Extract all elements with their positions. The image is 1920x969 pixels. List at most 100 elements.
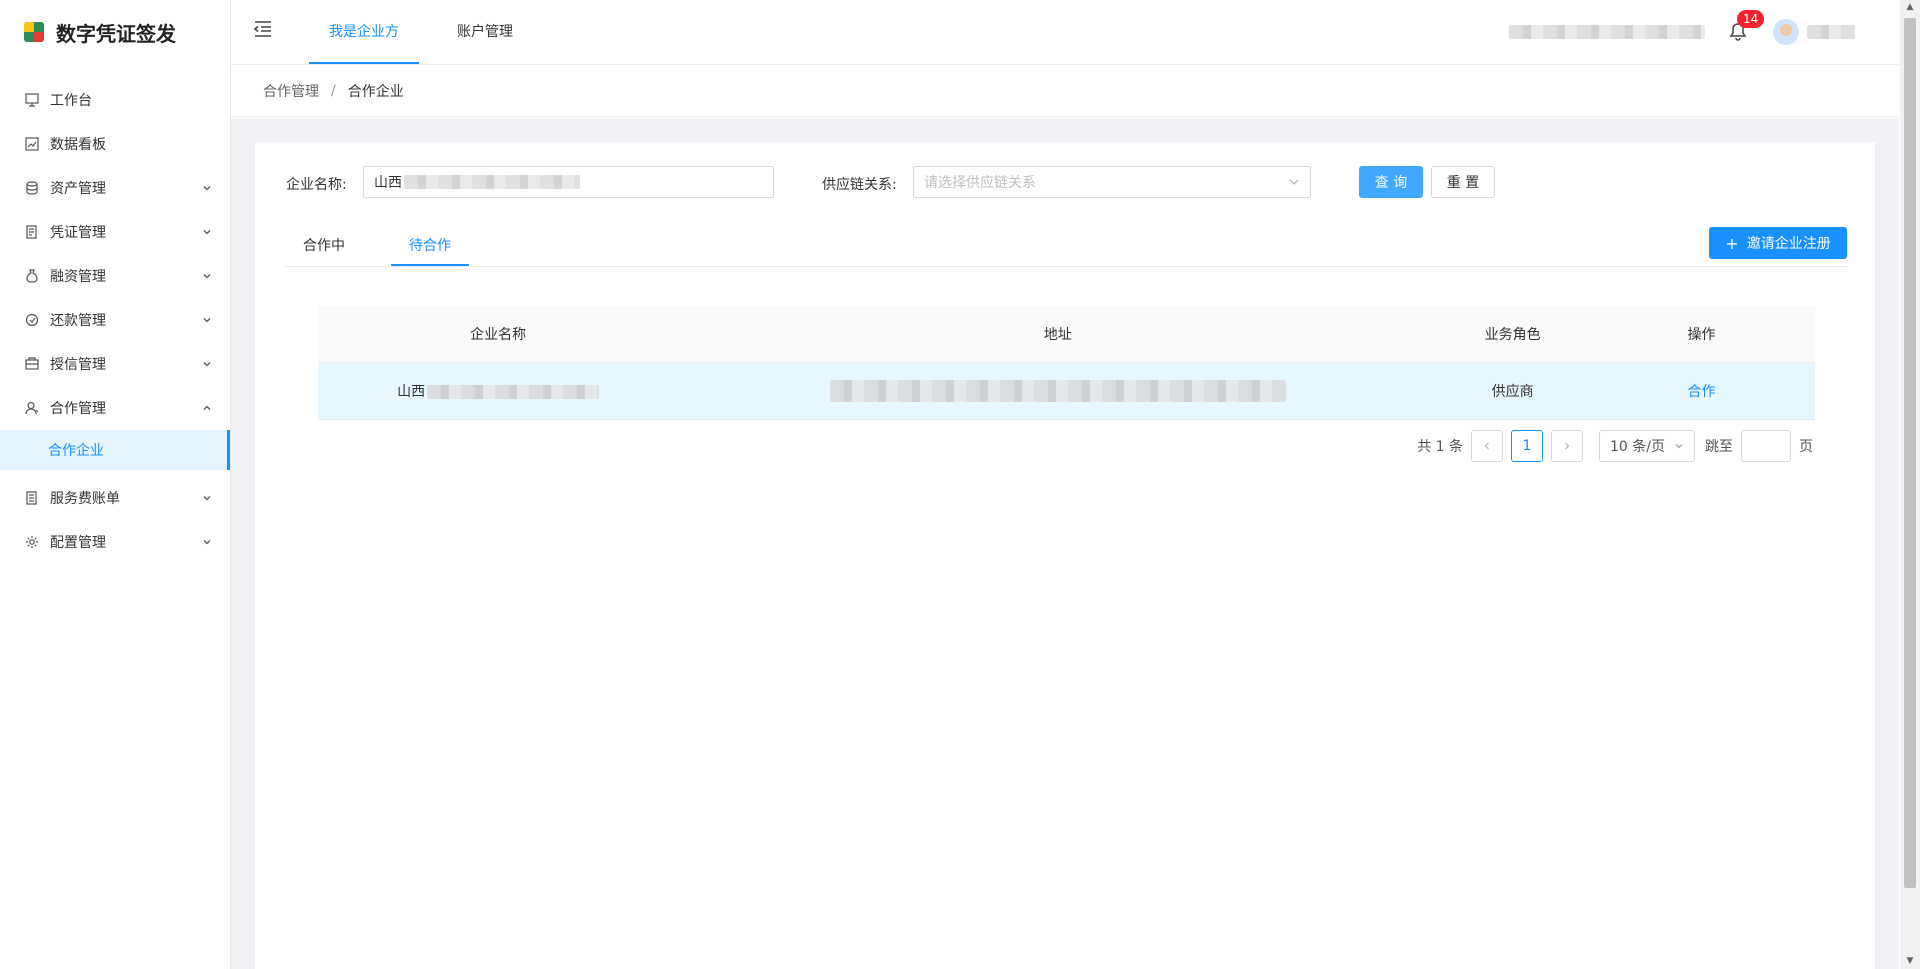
- chevron-down-icon: [202, 271, 212, 281]
- partner-table: 企业名称 地址 业务角色 操作 山西 供应商 合作: [318, 306, 1815, 420]
- sidebar-item-label: 配置管理: [50, 535, 106, 551]
- sidebar-item-workbench[interactable]: 工作台: [0, 78, 230, 122]
- sidebar-menu: 工作台 数据看板 资产管理 凭证管理 融资管理 还款管理 授信管理 合作管理 合…: [0, 64, 230, 564]
- sidebar-subitem-partner-companies[interactable]: 合作企业: [0, 430, 230, 470]
- sidebar-item-label: 服务费账单: [50, 491, 120, 507]
- address-redacted: [829, 380, 1286, 402]
- refund-icon: [24, 312, 40, 328]
- cell-actions: 合作: [1588, 362, 1815, 420]
- supply-chain-select[interactable]: 请选择供应链关系: [913, 166, 1311, 198]
- sidebar-item-label: 资产管理: [50, 181, 106, 197]
- sidebar-item-label: 授信管理: [50, 357, 106, 373]
- tab-pending[interactable]: 待合作: [391, 226, 469, 266]
- credit-icon: [24, 356, 40, 372]
- chevron-down-icon: [1675, 444, 1683, 449]
- page-suffix: 页: [1799, 439, 1813, 455]
- cell-address: [678, 362, 1438, 420]
- moneybag-icon: [24, 268, 40, 284]
- page-size-value: 10 条/页: [1610, 439, 1665, 455]
- column-actions: 操作: [1588, 306, 1815, 363]
- chevron-down-icon: [202, 493, 212, 503]
- cell-business-role: 供应商: [1437, 362, 1589, 420]
- total-count: 共 1 条: [1417, 439, 1463, 455]
- chevron-left-icon: [1484, 442, 1489, 450]
- sidebar-item-repayment[interactable]: 还款管理: [0, 298, 230, 342]
- company-name-value: 山西: [374, 175, 402, 191]
- chevron-down-icon: [202, 183, 212, 193]
- sidebar-item-label: 融资管理: [50, 269, 106, 285]
- chevron-down-icon: [202, 537, 212, 547]
- breadcrumb-parent[interactable]: 合作管理: [263, 81, 319, 101]
- top-header: 我是企业方 账户管理 14: [231, 0, 1899, 65]
- tab-cooperating[interactable]: 合作中: [285, 226, 363, 266]
- page-size-select[interactable]: 10 条/页: [1599, 430, 1695, 462]
- scroll-thumb[interactable]: [1904, 18, 1916, 888]
- notification-bell[interactable]: 14: [1729, 10, 1765, 42]
- query-button[interactable]: 查 询: [1359, 166, 1423, 198]
- invite-company-button[interactable]: + 邀请企业注册: [1709, 227, 1847, 259]
- status-tabs: 合作中 待合作: [285, 226, 1847, 267]
- prev-page-button[interactable]: [1471, 430, 1503, 462]
- table-row[interactable]: 山西 供应商 合作: [318, 362, 1815, 420]
- sidebar-item-settings[interactable]: 配置管理: [0, 520, 230, 564]
- chevron-down-icon: [202, 359, 212, 369]
- settings-icon: [24, 534, 40, 550]
- app-title: 数字凭证签发: [56, 21, 176, 46]
- column-company-name: 企业名称: [318, 306, 679, 363]
- notification-badge: 14: [1737, 10, 1765, 28]
- chevron-down-icon: [202, 227, 212, 237]
- supply-chain-placeholder: 请选择供应链关系: [924, 175, 1036, 191]
- chart-icon: [24, 136, 40, 152]
- page-1-button[interactable]: 1: [1511, 430, 1543, 462]
- sidebar-item-label: 还款管理: [50, 313, 106, 329]
- chevron-down-icon: [202, 315, 212, 325]
- sidebar-item-label: 凭证管理: [50, 225, 106, 241]
- menu-fold-icon[interactable]: [253, 20, 275, 40]
- header-right: 14: [1509, 0, 1899, 64]
- invite-company-label: 邀请企业注册: [1746, 236, 1831, 252]
- jump-label: 跳至: [1705, 439, 1733, 455]
- company-name-label: 企业名称:: [286, 177, 347, 193]
- column-business-role: 业务角色: [1437, 306, 1589, 363]
- sidebar-item-label: 工作台: [50, 93, 92, 109]
- cell-company-name: 山西: [318, 362, 679, 420]
- company-name-redacted: [427, 385, 600, 399]
- sidebar-item-vouchers[interactable]: 凭证管理: [0, 210, 230, 254]
- logo-icon: [24, 22, 44, 42]
- sidebar-item-cooperation[interactable]: 合作管理: [0, 386, 230, 430]
- jump-page-input[interactable]: [1741, 430, 1791, 462]
- sidebar-item-label: 数据看板: [50, 137, 106, 153]
- chevron-up-icon: [202, 403, 212, 413]
- breadcrumb-current: 合作企业: [347, 83, 404, 100]
- app-logo[interactable]: 数字凭证签发: [0, 0, 230, 64]
- column-address: 地址: [678, 306, 1438, 363]
- tab-enterprise[interactable]: 我是企业方: [309, 0, 419, 64]
- next-page-button[interactable]: [1551, 430, 1583, 462]
- sidebar-item-dashboard[interactable]: 数据看板: [0, 122, 230, 166]
- cooperate-link[interactable]: 合作: [1688, 384, 1716, 400]
- username-redacted[interactable]: [1807, 25, 1855, 39]
- plus-icon: +: [1725, 233, 1739, 253]
- tab-account-management[interactable]: 账户管理: [437, 0, 533, 64]
- user-icon: [24, 400, 40, 416]
- table-header: 企业名称 地址 业务角色 操作: [318, 306, 1815, 363]
- sidebar-item-label: 合作管理: [50, 401, 106, 417]
- page-scrollbar[interactable]: ▲ ▼: [1900, 0, 1920, 969]
- breadcrumb-separator: /: [331, 82, 336, 99]
- reset-button[interactable]: 重 置: [1431, 166, 1495, 198]
- document-icon: [24, 224, 40, 240]
- company-name-input[interactable]: 山西: [363, 166, 774, 198]
- scroll-up-icon[interactable]: ▲: [1905, 2, 1915, 12]
- avatar[interactable]: [1773, 19, 1799, 45]
- sidebar-item-service-bills[interactable]: 服务费账单: [0, 476, 230, 520]
- pagination: 共 1 条 1 10 条/页 跳至 页: [1417, 430, 1813, 462]
- sidebar-item-credit[interactable]: 授信管理: [0, 342, 230, 386]
- company-name-redacted: [404, 175, 580, 189]
- database-icon: [24, 180, 40, 196]
- scroll-down-icon[interactable]: ▼: [1905, 956, 1915, 966]
- chevron-down-icon: [1289, 179, 1299, 185]
- chevron-right-icon: [1565, 442, 1570, 450]
- sidebar-item-financing[interactable]: 融资管理: [0, 254, 230, 298]
- company-name-text: 山西: [397, 384, 426, 400]
- sidebar-item-assets[interactable]: 资产管理: [0, 166, 230, 210]
